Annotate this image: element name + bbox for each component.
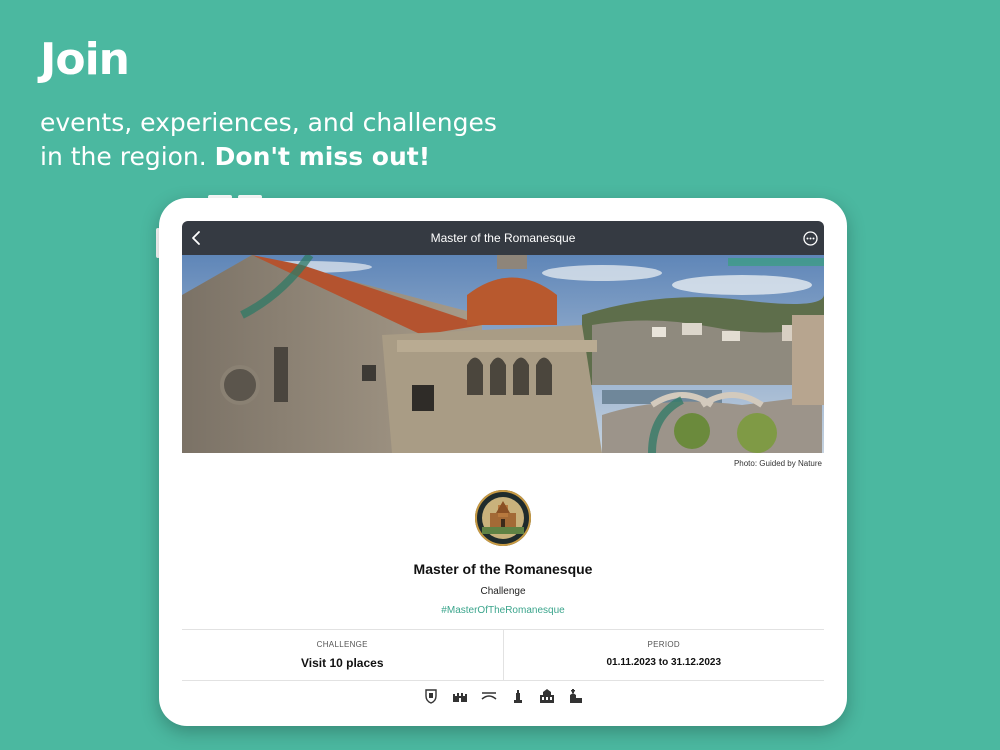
navigation-bar: Master of the Romanesque bbox=[182, 221, 824, 255]
church-icon[interactable] bbox=[568, 688, 584, 704]
promo-headline: Join bbox=[40, 34, 130, 85]
challenge-badge-emblem bbox=[475, 490, 531, 546]
stat-label: PERIOD bbox=[647, 640, 680, 649]
bridge-icon[interactable] bbox=[481, 688, 497, 704]
monument-icon[interactable] bbox=[510, 688, 526, 704]
tagline-emphasis: Don't miss out! bbox=[214, 142, 431, 171]
photo-credit: Photo: Guided by Nature bbox=[733, 459, 822, 468]
stat-value: Visit 10 places bbox=[301, 656, 384, 670]
monastery-photo bbox=[182, 255, 824, 453]
ellipsis-circle-icon[interactable] bbox=[803, 231, 818, 246]
challenge-type: Challenge bbox=[480, 586, 526, 597]
category-icons bbox=[182, 688, 824, 704]
stat-label: CHALLENGE bbox=[316, 640, 368, 649]
challenge-hashtag[interactable]: #MasterOfTheRomanesque bbox=[182, 605, 824, 616]
tablet-device: Master of the Romanesque Photo: Guided b… bbox=[159, 198, 847, 726]
castle-icon[interactable] bbox=[452, 688, 468, 704]
stat-value: 01.11.2023 to 31.12.2023 bbox=[606, 657, 722, 668]
shield-icon[interactable] bbox=[423, 688, 439, 704]
stats-row: CHALLENGE Visit 10 places PERIOD 01.11.2… bbox=[182, 629, 824, 681]
challenge-title: Master of the Romanesque bbox=[413, 561, 593, 577]
palace-icon[interactable] bbox=[539, 688, 555, 704]
app-screen: Master of the Romanesque Photo: Guided b… bbox=[182, 221, 824, 726]
stat-challenge: CHALLENGE Visit 10 places bbox=[182, 630, 503, 680]
chevron-left-icon[interactable] bbox=[189, 229, 205, 247]
promo-tagline: events, experiences, and challenges in t… bbox=[40, 106, 510, 174]
nav-title: Master of the Romanesque bbox=[430, 231, 576, 245]
hero-photo bbox=[182, 255, 824, 453]
stat-period: PERIOD 01.11.2023 to 31.12.2023 bbox=[502, 630, 825, 680]
